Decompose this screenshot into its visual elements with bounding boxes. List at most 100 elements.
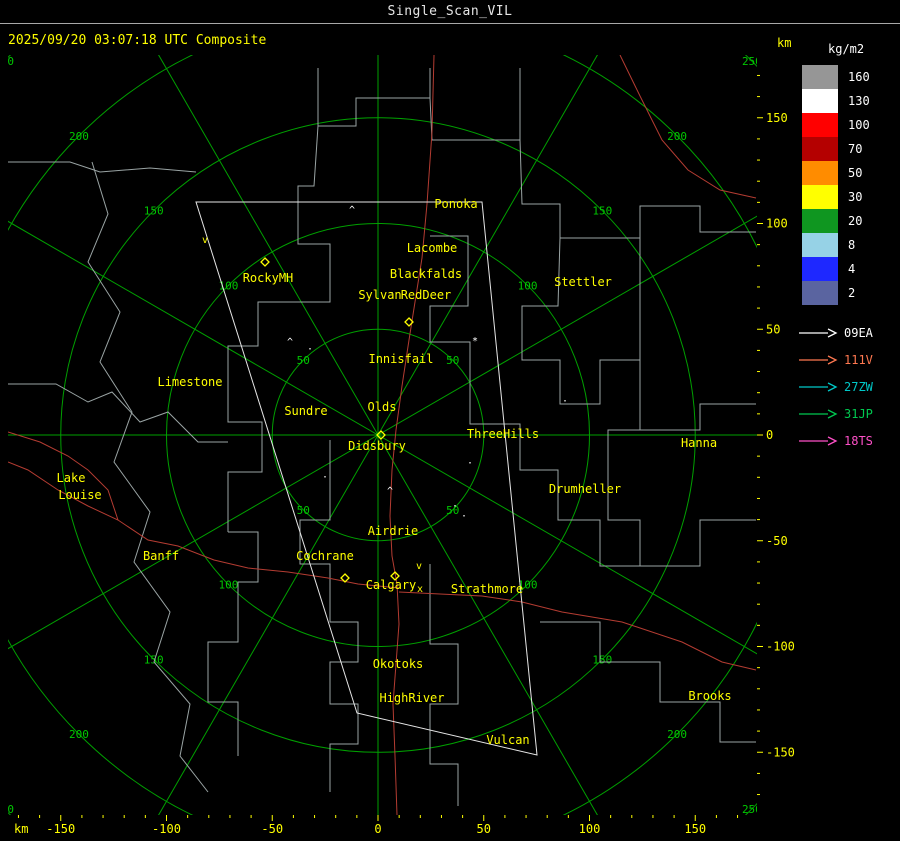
town-label: Cochrane bbox=[296, 549, 354, 563]
town-label: Stettler bbox=[554, 275, 612, 289]
town-label: Strathmore bbox=[451, 582, 523, 596]
range-ring-label: 150 bbox=[592, 205, 612, 218]
range-ring-label: 50 bbox=[297, 354, 310, 367]
town-label: Sylvan bbox=[358, 288, 401, 302]
town-label: Lake bbox=[57, 471, 86, 485]
colorbar-entry: 100 bbox=[798, 113, 900, 137]
range-ring-label: 150 bbox=[592, 653, 612, 666]
echo-marker: · bbox=[562, 396, 568, 407]
y-axis-label: 0 bbox=[766, 428, 773, 442]
track-id-label: 31JP bbox=[844, 406, 873, 421]
town-label: Louise bbox=[58, 488, 101, 502]
town-label: ThreeHills bbox=[467, 427, 539, 441]
colorbar-entry: 20 bbox=[798, 209, 900, 233]
echo-marker: · bbox=[461, 511, 467, 522]
y-axis-label: 150 bbox=[766, 111, 788, 125]
colorbar-entry: 130 bbox=[798, 89, 900, 113]
town-label: Airdrie bbox=[368, 524, 419, 538]
county-boundary bbox=[8, 161, 197, 173]
y-axis-label: 100 bbox=[766, 217, 788, 231]
colorbar-entry: 50 bbox=[798, 161, 900, 185]
range-ring-label: 200 bbox=[667, 130, 687, 143]
track-id-label: 09EA bbox=[844, 325, 873, 340]
county-boundary bbox=[607, 238, 756, 567]
track-legend-row: 27ZW bbox=[798, 373, 900, 400]
y-axis-label: -100 bbox=[766, 640, 795, 654]
track-legend-row: 09EA bbox=[798, 319, 900, 346]
x-axis-label: -100 bbox=[152, 822, 181, 836]
track-arrow-icon bbox=[799, 354, 838, 365]
echo-marker: · bbox=[452, 501, 458, 512]
track-id-label: 111V bbox=[844, 352, 873, 367]
x-axis-unit: km bbox=[14, 822, 28, 836]
county-boundary bbox=[640, 403, 756, 431]
town-label: Hanna bbox=[681, 436, 717, 450]
track-legend-row: 18TS bbox=[798, 427, 900, 454]
colorbar-swatch bbox=[802, 137, 838, 161]
county-boundary bbox=[519, 139, 756, 239]
town-label: Drumheller bbox=[549, 482, 621, 496]
y-axis-label: 50 bbox=[766, 322, 780, 336]
range-ring-label: 250 bbox=[0, 55, 14, 68]
range-ring-label: 150 bbox=[144, 653, 164, 666]
colorbar-entry: 30 bbox=[798, 185, 900, 209]
radar-map-canvas[interactable]: 50 5050 50100 100100 100150 150150 150200 20020… bbox=[0, 0, 900, 841]
colorbar-swatch bbox=[802, 233, 838, 257]
county-boundary bbox=[8, 383, 228, 443]
echo-marker: · bbox=[322, 472, 328, 483]
colorbar-swatch bbox=[802, 185, 838, 209]
town-label: Didsbury bbox=[348, 439, 406, 453]
colorbar-value: 30 bbox=[848, 190, 863, 204]
x-axis-label: -150 bbox=[46, 822, 75, 836]
track-legend-row: 31JP bbox=[798, 400, 900, 427]
echo-marker: v bbox=[416, 561, 422, 572]
town-label: Vulcan bbox=[486, 733, 529, 747]
county-boundary bbox=[207, 531, 259, 756]
range-ring-label: 50 bbox=[297, 504, 310, 517]
x-axis-label: 0 bbox=[374, 822, 381, 836]
colorbar-value: 160 bbox=[848, 70, 870, 84]
range-ring-label: 100 bbox=[518, 279, 538, 292]
track-arrow-icon bbox=[799, 435, 838, 446]
range-ring-label: 200 bbox=[69, 130, 89, 143]
colorbar-value: 50 bbox=[848, 166, 863, 180]
town-diamond-marker bbox=[260, 257, 270, 267]
colorbar-swatch bbox=[802, 65, 838, 89]
colorbar-swatch bbox=[802, 161, 838, 185]
track-arrow-icon bbox=[799, 408, 838, 419]
colorbar: 160 130 100 70 50 30 20 8 4 2 bbox=[798, 65, 900, 305]
echo-marker: v bbox=[202, 235, 208, 246]
town-label: HighRiver bbox=[379, 691, 444, 705]
track-arrow-icon bbox=[799, 381, 838, 392]
colorbar-swatch bbox=[802, 281, 838, 305]
track-id-label: 27ZW bbox=[844, 379, 873, 394]
colorbar-value: 2 bbox=[848, 286, 856, 300]
colorbar-swatch bbox=[802, 89, 838, 113]
range-ring-label: 200 bbox=[667, 728, 687, 741]
track-arrow-icon bbox=[799, 327, 838, 338]
range-ring-label: 250 bbox=[742, 803, 762, 816]
range-ring-label: 200 bbox=[69, 728, 89, 741]
x-axis-label: 50 bbox=[477, 822, 491, 836]
town-label: Ponoka bbox=[434, 197, 477, 211]
town-label: Brooks bbox=[688, 689, 731, 703]
x-axis-label: -50 bbox=[261, 822, 283, 836]
town-label: Olds bbox=[368, 400, 397, 414]
colorbar-swatch bbox=[802, 257, 838, 281]
colorbar-entry: 70 bbox=[798, 137, 900, 161]
town-label: RockyMH bbox=[243, 271, 294, 285]
county-boundary bbox=[540, 621, 756, 743]
storm-track-legend: 09EA 111V 27ZW 31JP 18TS bbox=[798, 319, 900, 454]
colorbar-swatch bbox=[802, 113, 838, 137]
colorbar-unit-label: kg/m2 bbox=[828, 42, 865, 56]
range-ring-label: 150 bbox=[144, 205, 164, 218]
county-boundary bbox=[429, 564, 459, 806]
y-axis-unit: km bbox=[777, 36, 791, 50]
radar-app-window: Single_Scan_VIL 2025/09/20 03:07:18 UTC … bbox=[0, 0, 900, 841]
town-label: RedDeer bbox=[401, 288, 452, 302]
x-axis-label: 150 bbox=[684, 822, 706, 836]
range-ring-label: 50 bbox=[446, 354, 459, 367]
y-axis-label: -50 bbox=[766, 534, 788, 548]
colorbar-value: 20 bbox=[848, 214, 863, 228]
colorbar-entry: 2 bbox=[798, 281, 900, 305]
